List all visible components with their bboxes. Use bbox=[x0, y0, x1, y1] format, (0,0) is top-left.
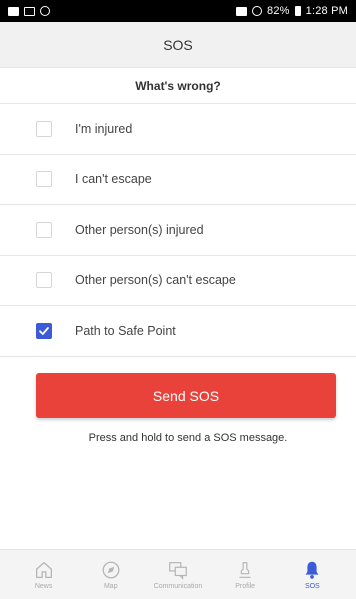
checkbox[interactable] bbox=[36, 272, 52, 289]
wifi-icon bbox=[252, 6, 262, 16]
send-sos-button[interactable]: Send SOS bbox=[36, 373, 336, 418]
option-injured[interactable]: I'm injured bbox=[0, 104, 356, 155]
option-path-to-safe-point[interactable]: Path to Safe Point bbox=[0, 306, 356, 357]
battery-percent: 82% bbox=[267, 5, 290, 17]
sim-icon bbox=[24, 6, 35, 16]
checkbox[interactable] bbox=[36, 120, 52, 137]
option-label: Other person(s) can't escape bbox=[75, 273, 236, 288]
check-icon bbox=[39, 326, 49, 335]
alarm-icon bbox=[40, 6, 50, 16]
section-title: What's wrong? bbox=[135, 78, 221, 93]
compass-icon bbox=[102, 561, 120, 579]
checkbox[interactable] bbox=[36, 221, 52, 238]
option-other-cant-escape[interactable]: Other person(s) can't escape bbox=[0, 256, 356, 306]
sos-options-list: I'm injured I can't escape Other person(… bbox=[0, 104, 356, 357]
send-hint: Press and hold to send a SOS message. bbox=[88, 432, 288, 444]
tab-label: Communication bbox=[153, 583, 203, 590]
status-time: 1:28 PM bbox=[305, 5, 348, 17]
checkbox[interactable] bbox=[36, 171, 52, 188]
section-header: What's wrong? bbox=[0, 68, 356, 104]
battery-icon bbox=[294, 6, 301, 16]
tab-label: Map bbox=[103, 583, 118, 590]
tab-news[interactable]: News bbox=[15, 559, 73, 590]
bottom-tab-bar: News Map Communication Profile SOS bbox=[0, 549, 356, 599]
status-left-icons bbox=[8, 6, 50, 16]
status-right-icons: 82% 1:28 PM bbox=[236, 5, 348, 17]
tab-label: News bbox=[34, 583, 53, 590]
bell-icon bbox=[305, 561, 319, 579]
status-bar: 82% 1:28 PM bbox=[0, 0, 356, 22]
tab-communication[interactable]: Communication bbox=[149, 559, 207, 590]
option-label: I'm injured bbox=[75, 121, 133, 136]
tab-map[interactable]: Map bbox=[82, 559, 140, 590]
tab-label: Profile bbox=[235, 583, 256, 590]
tab-sos[interactable]: SOS bbox=[283, 559, 341, 590]
page-title: SOS bbox=[163, 36, 193, 53]
tab-profile[interactable]: Profile bbox=[216, 559, 274, 590]
cast-icon bbox=[236, 6, 247, 16]
checkbox-checked[interactable] bbox=[36, 322, 52, 339]
option-label: Other person(s) injured bbox=[75, 222, 204, 237]
person-icon bbox=[239, 562, 251, 578]
option-cant-escape[interactable]: I can't escape bbox=[0, 155, 356, 205]
home-icon bbox=[35, 562, 52, 578]
chat-icon bbox=[169, 562, 187, 580]
option-other-injured[interactable]: Other person(s) injured bbox=[0, 205, 356, 256]
tab-label: SOS bbox=[304, 583, 320, 590]
page-title-bar: SOS bbox=[0, 22, 356, 68]
gallery-icon bbox=[8, 6, 19, 16]
option-label: Path to Safe Point bbox=[75, 323, 176, 338]
option-label: I can't escape bbox=[75, 172, 152, 187]
